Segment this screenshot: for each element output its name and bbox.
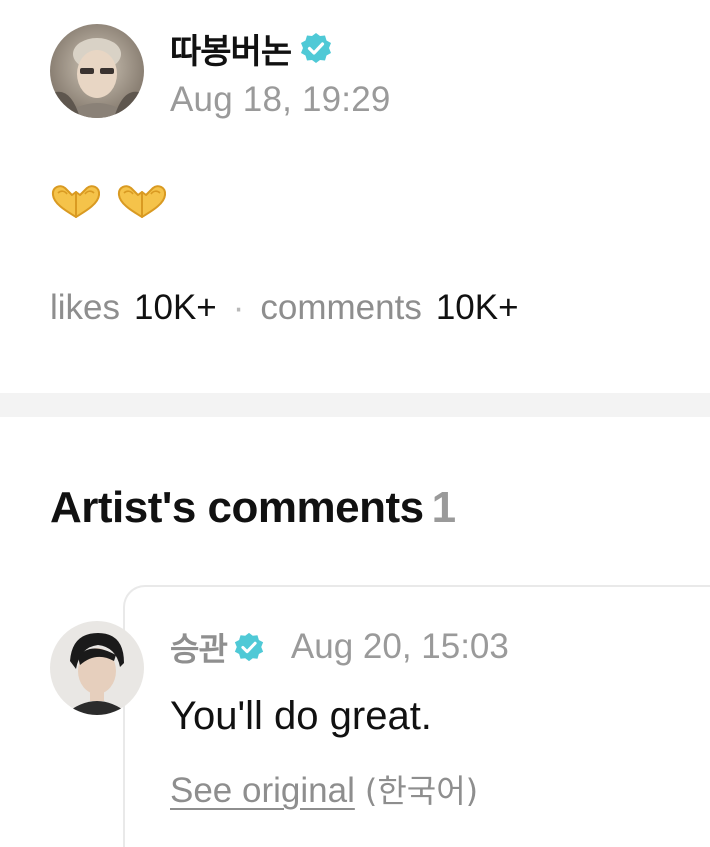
verified-badge-icon (233, 631, 265, 663)
comments-label[interactable]: comments (260, 288, 421, 328)
commenter-avatar[interactable] (50, 621, 144, 715)
heart-hands-icon (48, 183, 104, 221)
comment-text: You'll do great. (170, 694, 432, 738)
section-divider (0, 393, 710, 417)
verified-badge-icon (299, 31, 333, 65)
translation-row: See original (한국어) (170, 766, 478, 812)
author-avatar[interactable] (50, 24, 144, 118)
heart-hands-icon (114, 183, 170, 221)
commenter-name[interactable]: 승관 (170, 624, 228, 670)
comment-header: 승관 Aug 20, 15:03 (170, 624, 509, 670)
stats-separator: · (232, 288, 245, 327)
post-timestamp: Aug 18, 19:29 (170, 80, 391, 119)
author-name[interactable]: 따봉버논 (170, 24, 292, 73)
artist-comments-heading: Artist's comments 1 (50, 483, 456, 533)
artist-comments-count: 1 (431, 483, 456, 532)
see-original-link[interactable]: See original (170, 771, 355, 810)
comment-timestamp: Aug 20, 15:03 (290, 627, 509, 666)
original-language-label: (한국어) (364, 772, 479, 810)
likes-count: 10K+ (134, 288, 217, 327)
post-content (48, 183, 170, 221)
likes-label[interactable]: likes (50, 288, 120, 328)
artist-comments-title: Artist's comments (50, 483, 424, 532)
comments-count: 10K+ (435, 288, 519, 327)
post-header: 따봉버논 Aug 18, 19:29 (50, 24, 391, 120)
post-stats: likes 10K+ · comments 10K+ (50, 288, 519, 328)
